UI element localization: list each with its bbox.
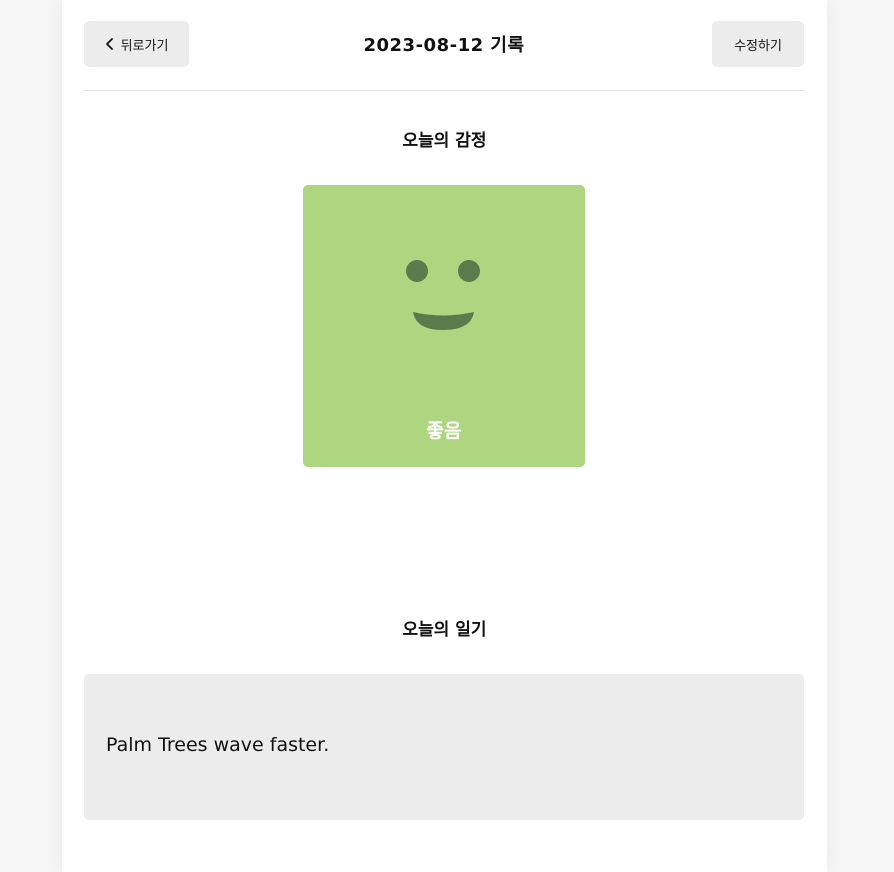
emotion-section-title: 오늘의 감정 [402,131,487,151]
emotion-label: 좋음 [426,420,462,442]
emotion-card: 좋음 [303,185,585,467]
diary-detail-page: 뒤로가기 2023-08-12 기록 수정하기 오늘의 감정 좋음 오늘의 일기… [62,0,827,872]
diary-content-box: Palm Trees wave faster. [84,674,804,820]
edit-button-label: 수정하기 [734,38,782,54]
edit-button[interactable]: 수정하기 [712,21,804,67]
diary-content-text: Palm Trees wave faster. [106,734,330,756]
page-header: 뒤로가기 2023-08-12 기록 수정하기 [84,0,804,91]
page-title: 2023-08-12 기록 [363,35,525,56]
diary-section-title: 오늘의 일기 [402,620,487,640]
